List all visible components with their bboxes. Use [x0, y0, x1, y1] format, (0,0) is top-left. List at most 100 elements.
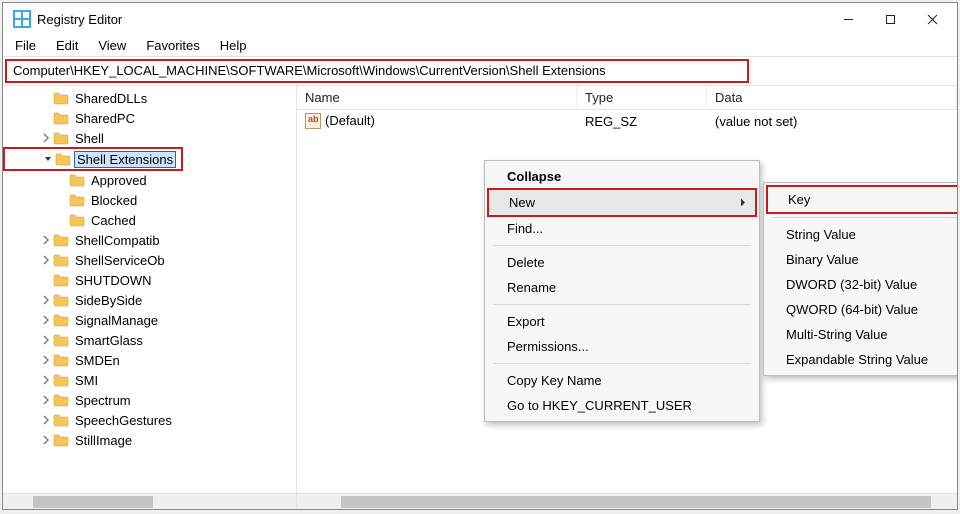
menu-item[interactable]: Key — [768, 187, 957, 212]
folder-icon — [53, 413, 69, 427]
tree-item-label: Shell — [73, 131, 106, 146]
tree-hscrollbar[interactable] — [3, 493, 296, 509]
folder-icon — [53, 353, 69, 367]
tree-item[interactable]: ShellServiceOb — [3, 250, 296, 270]
menu-item[interactable]: Find... — [487, 216, 757, 241]
menu-view[interactable]: View — [88, 35, 136, 56]
menu-separator — [493, 304, 751, 305]
chevron-right-icon[interactable] — [39, 393, 53, 407]
context-submenu-new: Key String ValueBinary ValueDWORD (32-bit… — [763, 182, 957, 376]
folder-icon — [69, 213, 85, 227]
menu-item[interactable]: Permissions... — [487, 334, 757, 359]
menu-separator — [772, 217, 957, 218]
tree-item[interactable]: SHUTDOWN — [3, 270, 296, 290]
menu-favorites[interactable]: Favorites — [136, 35, 209, 56]
chevron-right-icon[interactable] — [39, 131, 53, 145]
tree-item[interactable]: SignalManage — [3, 310, 296, 330]
tree-item[interactable]: SMDEn — [3, 350, 296, 370]
minimize-button[interactable] — [827, 5, 869, 33]
context-menu: CollapseNewFind... DeleteRename ExportPerm… — [484, 160, 760, 422]
list-pane[interactable]: Name Type Data (Default) REG_SZ (value n… — [297, 86, 957, 509]
folder-icon — [53, 393, 69, 407]
chevron-right-icon[interactable] — [39, 253, 53, 267]
menu-help[interactable]: Help — [210, 35, 257, 56]
scrollbar-thumb[interactable] — [33, 496, 153, 508]
folder-icon — [53, 433, 69, 447]
menu-item[interactable]: Multi-String Value — [766, 322, 957, 347]
tree-pane[interactable]: SharedDLLs SharedPC Shell Shell Extensions A… — [3, 86, 297, 509]
tree-item[interactable]: Cached — [3, 210, 296, 230]
menu-edit[interactable]: Edit — [46, 35, 88, 56]
menu-item[interactable]: Collapse — [487, 164, 757, 189]
tree-item-label: SideBySide — [73, 293, 144, 308]
menubar: File Edit View Favorites Help — [3, 35, 957, 57]
chevron-right-icon[interactable] — [39, 433, 53, 447]
folder-icon — [53, 273, 69, 287]
folder-icon — [53, 373, 69, 387]
menu-item[interactable]: Expandable String Value — [766, 347, 957, 372]
scrollbar-thumb[interactable] — [341, 496, 931, 508]
menu-item[interactable]: QWORD (64-bit) Value — [766, 297, 957, 322]
tree-item[interactable]: SharedDLLs — [3, 88, 296, 108]
chevron-right-icon[interactable] — [39, 333, 53, 347]
menu-item[interactable]: Delete — [487, 250, 757, 275]
chevron-right-icon[interactable] — [39, 293, 53, 307]
tree-item[interactable]: Shell — [3, 128, 296, 148]
menu-item[interactable]: Binary Value — [766, 247, 957, 272]
menu-item[interactable]: Export — [487, 309, 757, 334]
tree-item[interactable]: Blocked — [3, 190, 296, 210]
maximize-button[interactable] — [869, 5, 911, 33]
folder-icon — [53, 91, 69, 105]
menu-item[interactable]: DWORD (32-bit) Value — [766, 272, 957, 297]
chevron-right-icon[interactable] — [39, 413, 53, 427]
tree-item[interactable]: Approved — [3, 170, 296, 190]
menu-item[interactable]: String Value — [766, 222, 957, 247]
list-row[interactable]: (Default) REG_SZ (value not set) — [297, 110, 957, 132]
tree-item-label: Approved — [89, 173, 149, 188]
tree-item[interactable]: Shell Extensions — [5, 149, 181, 169]
expander-placeholder — [55, 173, 69, 187]
tree-item[interactable]: StillImage — [3, 430, 296, 450]
expander-placeholder — [39, 273, 53, 287]
tree-item[interactable]: SharedPC — [3, 108, 296, 128]
col-header-type[interactable]: Type — [577, 86, 707, 109]
col-header-data[interactable]: Data — [707, 86, 957, 109]
tree-item-label: SignalManage — [73, 313, 160, 328]
tree-item-label: SMI — [73, 373, 100, 388]
close-button[interactable] — [911, 5, 953, 33]
tree-item[interactable]: SmartGlass — [3, 330, 296, 350]
menu-separator — [493, 363, 751, 364]
col-header-name[interactable]: Name — [297, 86, 577, 109]
registry-editor-window: Registry Editor File Edit View Favorites… — [2, 2, 958, 510]
folder-icon — [53, 313, 69, 327]
titlebar[interactable]: Registry Editor — [3, 3, 957, 35]
tree-item[interactable]: SideBySide — [3, 290, 296, 310]
menu-file[interactable]: File — [5, 35, 46, 56]
string-value-icon — [305, 113, 321, 129]
tree-item-label: Blocked — [89, 193, 139, 208]
value-data: (value not set) — [707, 114, 957, 129]
tree-item[interactable]: SpeechGestures — [3, 410, 296, 430]
menu-item[interactable]: Rename — [487, 275, 757, 300]
menu-item[interactable]: New — [489, 190, 755, 215]
window-title: Registry Editor — [37, 12, 827, 27]
tree-item-label: SpeechGestures — [73, 413, 174, 428]
tree-item-label: SharedPC — [73, 111, 137, 126]
tree-item-label: SmartGlass — [73, 333, 145, 348]
address-bar[interactable]: Computer\HKEY_LOCAL_MACHINE\SOFTWARE\Mic… — [5, 59, 749, 83]
menu-item[interactable]: Copy Key Name — [487, 368, 757, 393]
folder-icon — [53, 333, 69, 347]
tree-item[interactable]: ShellCompatib — [3, 230, 296, 250]
tree-item[interactable]: SMI — [3, 370, 296, 390]
chevron-right-icon[interactable] — [39, 373, 53, 387]
chevron-right-icon[interactable] — [39, 233, 53, 247]
list-hscrollbar[interactable] — [297, 493, 957, 509]
chevron-right-icon[interactable] — [39, 353, 53, 367]
tree-item[interactable]: Spectrum — [3, 390, 296, 410]
chevron-right-icon[interactable] — [39, 313, 53, 327]
folder-icon — [53, 233, 69, 247]
expander-placeholder — [39, 111, 53, 125]
chevron-down-icon[interactable] — [41, 152, 55, 166]
menu-item[interactable]: Go to HKEY_CURRENT_USER — [487, 393, 757, 418]
folder-icon — [53, 131, 69, 145]
